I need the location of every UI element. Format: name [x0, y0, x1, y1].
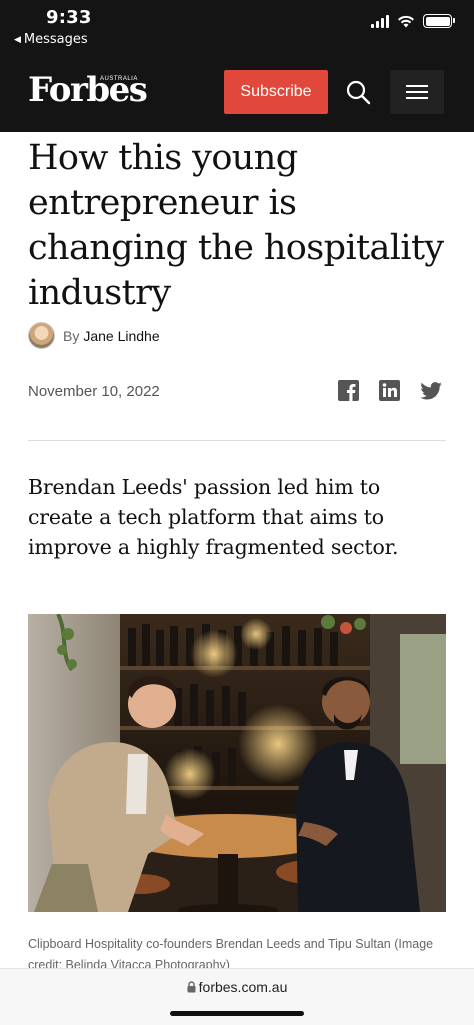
back-to-messages[interactable]: ◀ Messages: [14, 32, 88, 47]
publish-date: November 10, 2022: [28, 383, 160, 400]
divider: [28, 440, 446, 441]
article-photo[interactable]: [28, 614, 446, 912]
search-icon: [346, 80, 371, 105]
status-time: 9:33: [46, 7, 92, 28]
back-arrow-icon: ◀: [14, 34, 21, 45]
twitter-icon[interactable]: [420, 381, 442, 400]
facebook-icon[interactable]: [338, 380, 359, 401]
url-display[interactable]: forbes.com.au: [0, 979, 474, 995]
search-button[interactable]: [338, 70, 378, 114]
photo-caption: Clipboard Hospitality co-founders Brenda…: [28, 937, 434, 968]
photo-illustration: [28, 614, 446, 912]
byline: By Jane Lindhe: [28, 322, 160, 349]
hamburger-menu-icon: [406, 85, 428, 99]
share-buttons: [338, 380, 442, 401]
battery-icon: [423, 14, 455, 28]
site-header: Forbes AUSTRALIA Subscribe: [0, 52, 474, 132]
status-bar: 9:33 ◀ Messages: [0, 0, 474, 52]
linkedin-icon[interactable]: [379, 380, 400, 401]
url-text: forbes.com.au: [198, 979, 288, 995]
browser-url-bar[interactable]: forbes.com.au: [0, 968, 474, 1025]
back-label: Messages: [23, 32, 88, 47]
menu-button[interactable]: [390, 70, 444, 114]
home-indicator: [170, 1011, 304, 1016]
signal-icon: [371, 14, 389, 28]
logo-edition: AUSTRALIA: [100, 76, 138, 82]
article-dek: Brendan Leeds' passion led him to create…: [28, 475, 399, 559]
article-title: How this young entrepreneur is changing …: [28, 138, 444, 313]
subscribe-button[interactable]: Subscribe: [224, 70, 328, 114]
wifi-icon: [398, 15, 414, 27]
author-name[interactable]: Jane Lindhe: [83, 328, 159, 344]
byline-prefix: By: [63, 327, 80, 344]
author-avatar[interactable]: [28, 322, 55, 349]
status-indicators: [371, 14, 455, 28]
lock-icon: [187, 981, 196, 993]
